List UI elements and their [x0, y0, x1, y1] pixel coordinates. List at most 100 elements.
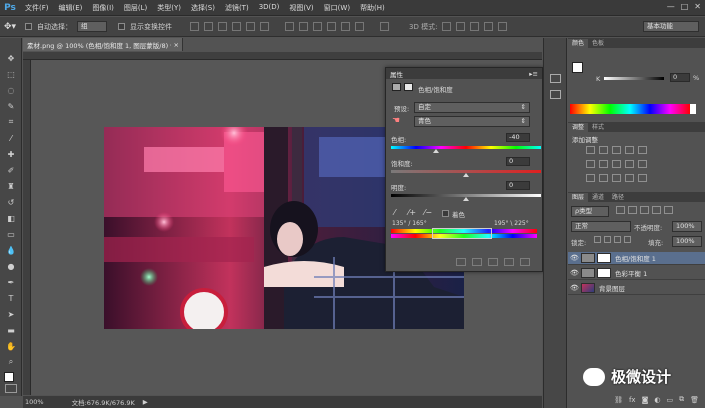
delete-adjustment-icon[interactable] — [520, 258, 530, 266]
lightness-input[interactable]: 0 — [506, 181, 530, 190]
k-value-input[interactable]: 0 — [670, 73, 690, 82]
path-select-tool-icon[interactable]: ➤ — [4, 308, 18, 320]
eyedropper-minus-icon[interactable]: ⁄− — [424, 208, 432, 217]
blur-tool-icon[interactable]: 💧 — [4, 244, 18, 256]
lock-pixels-icon[interactable] — [604, 236, 611, 243]
distribute-right-icon[interactable] — [355, 22, 364, 31]
menu-item[interactable]: 视图(V) — [284, 3, 318, 13]
align-left-icon[interactable] — [232, 22, 241, 31]
opacity-input[interactable]: 100% — [672, 221, 702, 232]
visibility-eye-icon[interactable] — [504, 258, 514, 266]
zoom-level[interactable]: 100% — [25, 398, 44, 406]
minimize-button[interactable]: — — [667, 2, 675, 11]
hue-slider-thumb[interactable] — [433, 149, 439, 153]
type-tool-icon[interactable]: T — [4, 292, 18, 304]
lock-all-icon[interactable] — [624, 236, 631, 243]
link-layers-icon[interactable]: ⛓ — [614, 396, 623, 404]
curves-icon[interactable] — [612, 146, 621, 154]
document-tab[interactable]: 素材.png @ 100% (色相/饱和度 1, 图层蒙版/8) * × — [23, 38, 183, 51]
hue-slider[interactable] — [391, 146, 541, 149]
tab-paths[interactable]: 路径 — [608, 193, 628, 202]
shape-tool-icon[interactable]: ▬ — [4, 324, 18, 336]
white-ramp[interactable] — [690, 104, 696, 114]
color-spectrum[interactable] — [570, 104, 690, 114]
hand-tool-icon[interactable]: ✋ — [4, 340, 18, 352]
lightness-slider-thumb[interactable] — [463, 197, 469, 201]
auto-select-dropdown[interactable]: 组 — [77, 21, 107, 32]
layer-visibility-eye-icon[interactable]: 👁 — [570, 269, 579, 277]
gradient-tool-icon[interactable]: ▭ — [4, 228, 18, 240]
menu-item[interactable]: 窗口(W) — [319, 3, 355, 13]
align-hcenter-icon[interactable] — [246, 22, 255, 31]
menu-item[interactable]: 类型(Y) — [152, 3, 186, 13]
3d-roll-icon[interactable] — [456, 22, 466, 31]
distribute-hcenter-icon[interactable] — [341, 22, 350, 31]
threshold-icon[interactable] — [612, 174, 621, 182]
menu-item[interactable]: 图层(L) — [119, 3, 152, 13]
eraser-tool-icon[interactable]: ◧ — [4, 212, 18, 224]
quick-mask-icon[interactable] — [5, 384, 17, 393]
tab-swatches[interactable]: 色板 — [588, 39, 608, 48]
close-tab-icon[interactable]: × — [171, 41, 182, 49]
filter-pixel-icon[interactable] — [616, 206, 625, 214]
history-brush-tool-icon[interactable]: ↺ — [4, 196, 18, 208]
layer-mask-thumbnail[interactable] — [597, 253, 611, 263]
brush-tool-icon[interactable]: ✐ — [4, 164, 18, 176]
layer-mask-icon[interactable] — [404, 83, 413, 91]
menu-item[interactable]: 文件(F) — [20, 3, 54, 13]
fill-input[interactable]: 100% — [672, 236, 702, 247]
invert-icon[interactable] — [586, 174, 595, 182]
zoom-tool-icon[interactable]: ⌕ — [4, 356, 18, 368]
dodge-tool-icon[interactable]: ● — [4, 260, 18, 272]
lock-transparency-icon[interactable] — [594, 236, 601, 243]
foreground-color-swatch[interactable] — [4, 372, 14, 382]
hue-input[interactable]: -40 — [506, 133, 530, 142]
gradient-map-icon[interactable] — [625, 174, 634, 182]
filter-smart-icon[interactable] — [664, 206, 673, 214]
brightness-contrast-icon[interactable] — [586, 146, 595, 154]
color-range-selector[interactable] — [432, 228, 492, 239]
tab-styles[interactable]: 样式 — [588, 123, 608, 132]
selective-color-icon[interactable] — [638, 174, 647, 182]
saturation-input[interactable]: 0 — [506, 157, 530, 166]
black-white-icon[interactable] — [612, 160, 621, 168]
panel-menu-icon[interactable]: ▸≡ — [529, 70, 538, 78]
layer-mask-thumbnail[interactable] — [597, 268, 611, 278]
tab-color[interactable]: 颜色 — [568, 39, 589, 48]
blend-mode-dropdown[interactable]: 正常 — [571, 221, 631, 232]
photo-filter-icon[interactable] — [625, 160, 634, 168]
crop-tool-icon[interactable]: ⌗ — [4, 116, 18, 128]
maximize-button[interactable]: □ — [681, 2, 689, 11]
lasso-tool-icon[interactable]: ◌ — [4, 84, 18, 96]
delete-layer-icon[interactable]: 🗑 — [690, 396, 699, 404]
fx-icon[interactable]: fx — [629, 396, 636, 404]
view-previous-icon[interactable] — [472, 258, 482, 266]
3d-slide-icon[interactable] — [484, 22, 494, 31]
levels-icon[interactable] — [599, 146, 608, 154]
properties-panel-icon[interactable] — [550, 90, 561, 99]
foreground-color-swatch[interactable] — [572, 62, 583, 73]
layer-row[interactable]: 👁 色彩平衡 1 — [568, 267, 705, 280]
align-right-icon[interactable] — [260, 22, 269, 31]
auto-align-icon[interactable] — [380, 22, 389, 31]
add-mask-icon[interactable]: ◙ — [642, 396, 649, 404]
menu-item[interactable]: 帮助(H) — [355, 3, 390, 13]
eyedropper-plus-icon[interactable]: ⁄+ — [408, 208, 416, 217]
3d-scale-icon[interactable] — [498, 22, 508, 31]
distribute-top-icon[interactable] — [285, 22, 294, 31]
healing-brush-tool-icon[interactable]: ✚ — [4, 148, 18, 160]
move-tool-icon[interactable]: ✥ — [4, 52, 18, 64]
close-window-button[interactable]: ✕ — [694, 2, 701, 11]
reset-icon[interactable] — [488, 258, 498, 266]
channel-mixer-icon[interactable] — [638, 160, 647, 168]
menu-item[interactable]: 3D(D) — [254, 3, 285, 13]
workspace-dropdown[interactable]: 基本功能 — [643, 21, 699, 32]
marquee-tool-icon[interactable]: ⬚ — [4, 68, 18, 80]
new-adjustment-icon[interactable]: ◐ — [654, 396, 660, 404]
hue-saturation-icon[interactable] — [586, 160, 595, 168]
show-transform-checkbox[interactable] — [118, 23, 125, 30]
clone-stamp-tool-icon[interactable]: ♜ — [4, 180, 18, 192]
layer-row[interactable]: 👁 背景图层 — [568, 282, 705, 295]
preset-dropdown[interactable]: 自定 ⇕ — [414, 102, 530, 113]
distribute-vcenter-icon[interactable] — [299, 22, 308, 31]
